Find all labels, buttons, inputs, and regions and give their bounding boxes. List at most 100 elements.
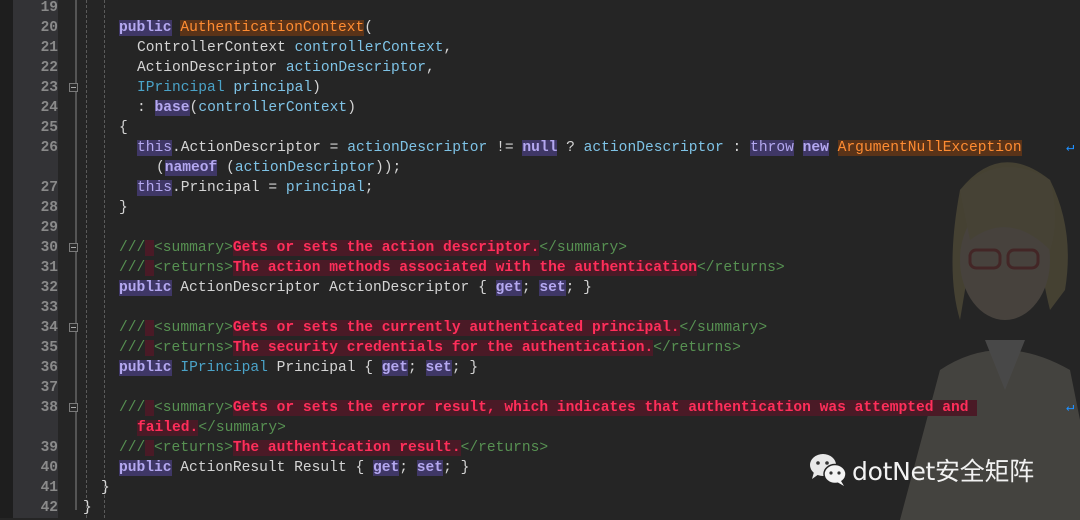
xml-tag: </summary> <box>539 240 627 256</box>
punctuation: ; } <box>443 460 470 476</box>
line-number: 27 <box>40 180 58 196</box>
brace: { <box>119 120 128 136</box>
watermark-text: dotNet安全矩阵 <box>852 457 1034 486</box>
line-number: 42 <box>40 500 58 516</box>
collapse-icon[interactable] <box>69 403 78 412</box>
line-number: 32 <box>40 280 58 296</box>
code-text: .Principal = <box>172 180 286 196</box>
keyword-this: this <box>137 140 173 156</box>
xml-tag: <summary> <box>154 320 233 336</box>
punctuation: ; } <box>565 280 592 296</box>
code-line: 23 IPrincipal principal) <box>0 78 1080 98</box>
keyword-public: public <box>119 280 172 296</box>
code-line: 29 <box>0 218 1080 238</box>
parameter: principal <box>285 180 365 196</box>
keyword-set: set <box>425 360 452 376</box>
code-text: ActionDescriptor ActionDescriptor { <box>171 280 496 296</box>
code-line: 25 { <box>0 118 1080 138</box>
code-line: 38 /// <summary>Gets or sets the error r… <box>0 398 1080 418</box>
word-wrap-icon: ↵ <box>1066 400 1075 416</box>
code-text: .ActionDescriptor = <box>172 140 348 156</box>
code-line: 19 <box>0 0 1080 18</box>
parameter: actionDescriptor <box>285 60 427 76</box>
punctuation: ( <box>189 100 199 116</box>
line-number: 37 <box>40 380 58 396</box>
collapse-icon[interactable] <box>69 243 78 252</box>
type-name: ActionDescriptor <box>137 60 278 76</box>
brace: } <box>83 500 92 516</box>
parameter: principal <box>233 80 313 96</box>
keyword-get: get <box>495 280 522 296</box>
doc-comment-text: The authentication result. <box>232 440 461 456</box>
operator: != <box>487 140 523 156</box>
code-line: 24 : base(controllerContext) <box>0 98 1080 118</box>
line-number: 35 <box>40 340 58 356</box>
punctuation: ; <box>364 180 374 196</box>
interface-name: IPrincipal <box>180 360 268 376</box>
line-number: 31 <box>40 260 58 276</box>
collapse-icon[interactable] <box>69 323 78 332</box>
keyword-get: get <box>372 460 400 476</box>
keyword-new: new <box>802 140 829 156</box>
keyword-base: base <box>154 100 190 116</box>
operator: : <box>723 140 751 156</box>
code-line: 32 public ActionDescriptor ActionDescrip… <box>0 278 1080 298</box>
xml-tag: <summary> <box>154 400 233 416</box>
code-text: Principal { <box>267 360 382 376</box>
code-line: 20 public AuthenticationContext( <box>0 18 1080 38</box>
line-number: 29 <box>40 220 58 236</box>
comment-marker: /// <box>119 240 146 256</box>
keyword-nameof: nameof <box>164 160 218 176</box>
type-name: ControllerContext <box>137 40 286 56</box>
comment-marker: /// <box>119 400 146 416</box>
watermark: dotNet安全矩阵 <box>808 452 1034 488</box>
punctuation: ; <box>408 360 426 376</box>
keyword-get: get <box>381 360 409 376</box>
brace: } <box>101 480 110 496</box>
xml-tag: <returns> <box>154 260 233 276</box>
punctuation: ) <box>312 80 321 96</box>
code-line: 34 /// <summary>Gets or sets the current… <box>0 318 1080 338</box>
code-line: 35 /// <returns>The security credentials… <box>0 338 1080 358</box>
xml-tag: <returns> <box>154 340 233 356</box>
line-number: 23 <box>40 80 58 96</box>
keyword-public: public <box>119 460 172 476</box>
xml-tag: </summary> <box>198 420 286 436</box>
punctuation: ) <box>347 100 356 116</box>
parameter: actionDescriptor <box>583 140 724 156</box>
punctuation: ( <box>364 20 373 36</box>
xml-tag: <returns> <box>154 440 233 456</box>
parameter: actionDescriptor <box>234 160 375 176</box>
operator: ? <box>557 140 584 156</box>
line-number: 39 <box>40 440 58 456</box>
punctuation: ( <box>217 160 235 176</box>
code-line: 21 ControllerContext controllerContext, <box>0 38 1080 58</box>
doc-comment-text: The security credentials for the authent… <box>232 340 654 356</box>
collapse-icon[interactable] <box>69 83 78 92</box>
comment-marker: /// <box>119 340 146 356</box>
doc-comment-text: The action methods associated with the a… <box>232 260 698 276</box>
code-line: 33 <box>0 298 1080 318</box>
brace: } <box>119 200 128 216</box>
line-number: 40 <box>40 460 58 476</box>
line-number: 20 <box>40 20 58 36</box>
line-number: 33 <box>40 300 58 316</box>
line-number: 30 <box>40 240 58 256</box>
line-number: 19 <box>40 0 58 16</box>
keyword-set: set <box>539 280 566 296</box>
word-wrap-icon: ↵ <box>1066 140 1075 156</box>
keyword-public: public <box>119 20 172 36</box>
parameter: actionDescriptor <box>347 140 488 156</box>
line-number: 36 <box>40 360 58 376</box>
xml-tag: </returns> <box>697 260 785 276</box>
keyword-this: this <box>137 180 173 196</box>
line-number: 34 <box>40 320 58 336</box>
doc-comment-text: Gets or sets the currently authenticated… <box>232 320 680 336</box>
keyword-set: set <box>416 460 444 476</box>
doc-comment-text: Gets or sets the error result, which ind… <box>232 400 978 416</box>
line-number: 41 <box>40 480 58 496</box>
code-editor[interactable]: 19 20 public AuthenticationContext( 21 C… <box>0 0 1080 518</box>
code-line-wrapped: failed.</summary> <box>0 418 1080 438</box>
keyword-public: public <box>119 360 172 376</box>
argument: controllerContext <box>198 100 348 116</box>
